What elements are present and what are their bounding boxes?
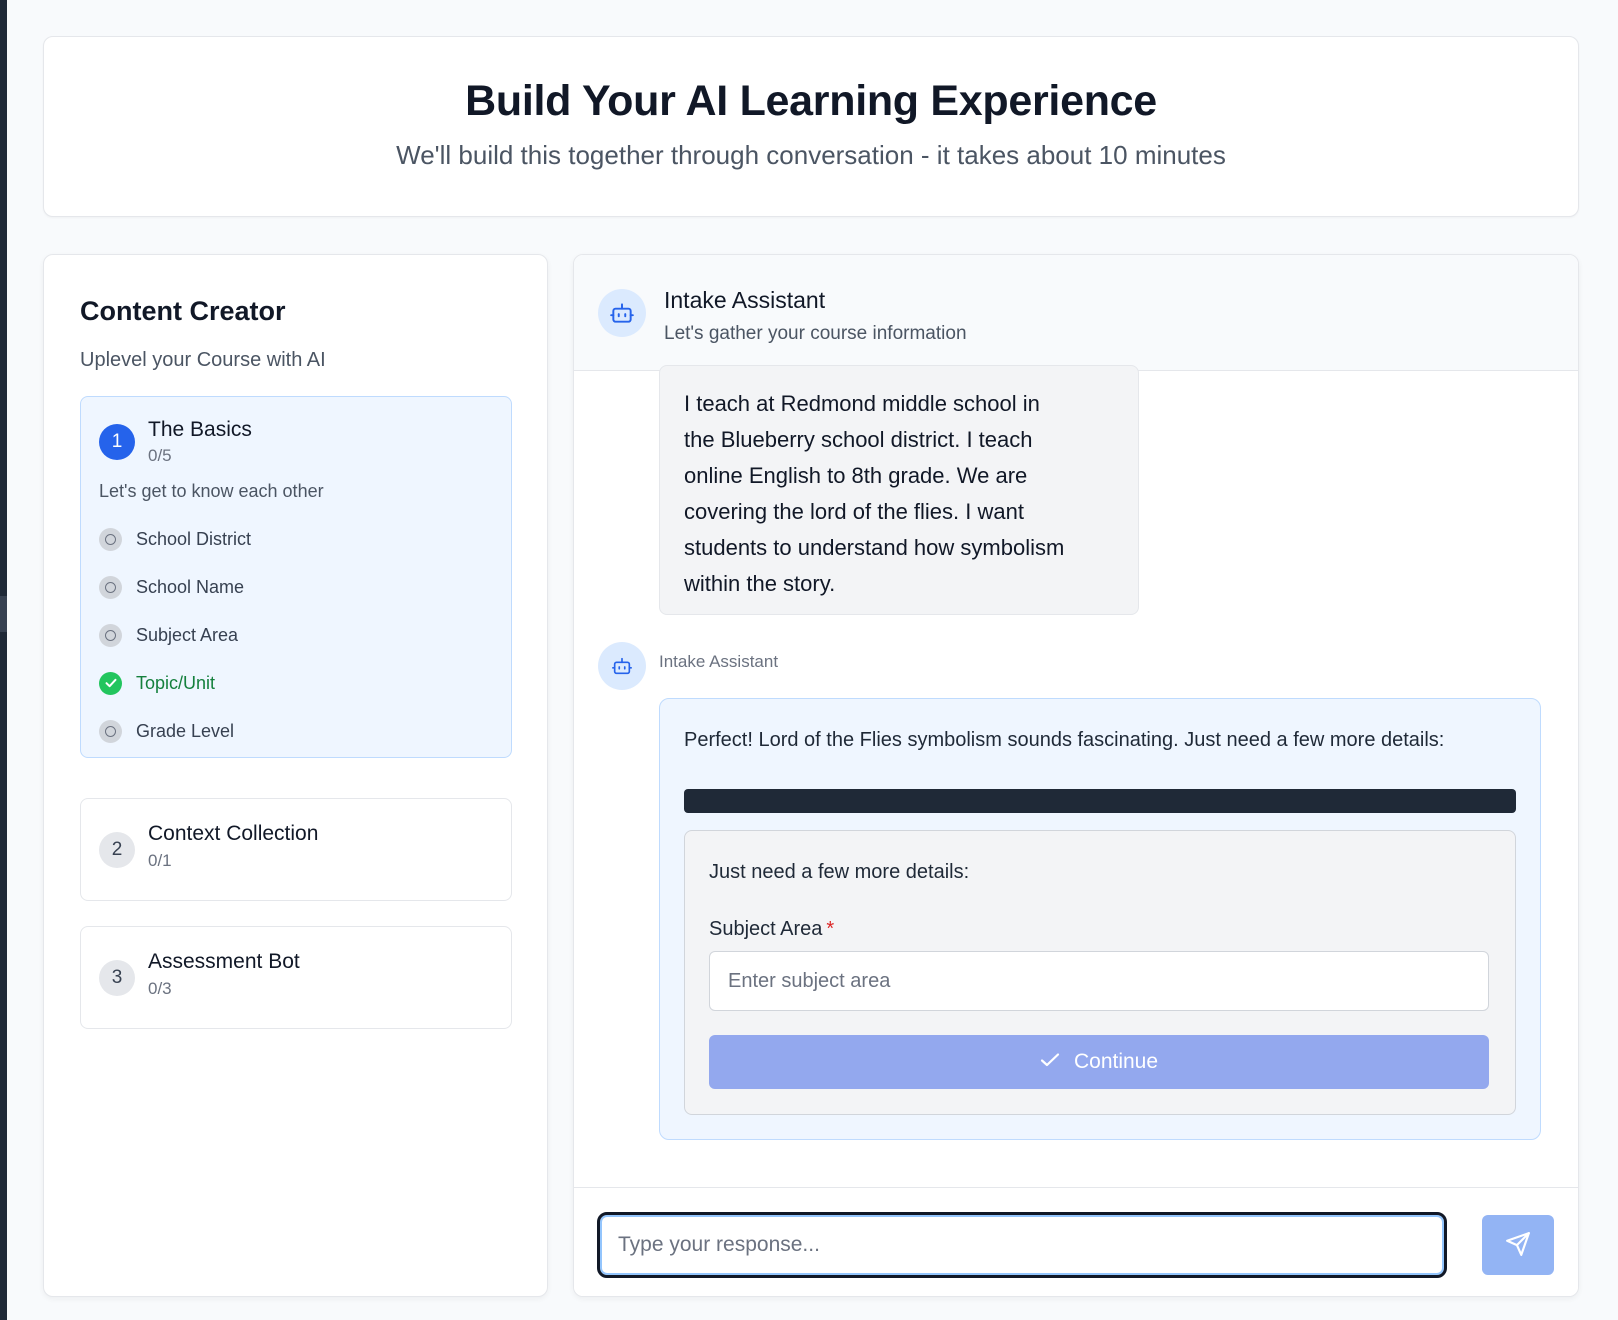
message-line: covering the lord of the flies. I want (684, 499, 1024, 524)
check-circle-icon (99, 671, 122, 695)
assistant-tagline: Let's gather your course information (664, 323, 967, 344)
circle-icon (99, 575, 122, 599)
check-icon (1040, 1050, 1060, 1074)
field-label: Subject Area * (709, 918, 834, 941)
chat-panel: Intake Assistant Let's gather your cours… (573, 254, 1579, 1297)
message-line: within the story. (684, 571, 836, 596)
step-count: 0/1 (148, 851, 172, 870)
circle-icon (99, 719, 122, 743)
robot-icon (598, 642, 646, 690)
chat-input-bar (574, 1187, 1578, 1296)
message-line: I teach at Redmond middle school in (684, 391, 1040, 416)
field-label-text: Subject Area (709, 918, 823, 940)
page-subtitle: We'll build this together through conver… (396, 140, 1226, 170)
continue-label: Continue (1073, 1050, 1159, 1073)
response-input[interactable] (597, 1212, 1447, 1278)
user-message: I teach at Redmond middle school in the … (659, 365, 1139, 615)
chat-header: Intake Assistant Let's gather your cours… (574, 255, 1578, 371)
divider-bar (684, 789, 1516, 813)
circle-icon (99, 623, 122, 647)
step-card-context-collection[interactable]: 2 Context Collection 0/1 (80, 798, 512, 901)
message-line: students to understand how symbolism (684, 535, 1065, 560)
message-line: online English to 8th grade. We are (684, 463, 1028, 488)
step-count: 0/3 (148, 979, 172, 998)
requirement-school-name: School Name (99, 575, 244, 599)
sidebar-title: Content Creator (80, 296, 286, 326)
sidebar-subtitle: Uplevel your Course with AI (80, 349, 326, 371)
requirement-topic-unit: Topic/Unit (99, 671, 215, 695)
step-number: 3 (99, 960, 135, 996)
details-form: Just need a few more details: Subject Ar… (684, 830, 1516, 1115)
requirement-grade-level: Grade Level (99, 719, 234, 743)
step-name: Assessment Bot (148, 950, 300, 973)
circle-icon (99, 527, 122, 551)
subject-area-input[interactable] (709, 951, 1489, 1011)
step-card-the-basics[interactable]: 1 The Basics 0/5 Let's get to know each … (80, 396, 512, 758)
window-edge (0, 0, 7, 1320)
step-description: Let's get to know each other (99, 481, 324, 501)
form-heading: Just need a few more details: (709, 861, 970, 883)
step-name: Context Collection (148, 822, 319, 845)
send-icon (1505, 1231, 1531, 1260)
step-name: The Basics (148, 418, 252, 441)
requirement-school-district: School District (99, 527, 251, 551)
send-button[interactable] (1482, 1215, 1554, 1275)
assistant-name: Intake Assistant (664, 287, 826, 313)
requirement-label: School Name (136, 576, 245, 597)
progress-sidebar: Content Creator Uplevel your Course with… (43, 254, 548, 1297)
requirement-subject-area: Subject Area (99, 623, 238, 647)
requirement-label: Grade Level (136, 720, 235, 741)
page-header: Build Your AI Learning Experience We'll … (43, 36, 1579, 217)
resize-handle[interactable] (0, 596, 7, 632)
step-number: 2 (99, 832, 135, 868)
page-title: Build Your AI Learning Experience (465, 77, 1157, 125)
requirement-label: School District (136, 528, 252, 549)
robot-icon (598, 289, 646, 337)
required-mark: * (826, 918, 835, 940)
assistant-message: Perfect! Lord of the Flies symbolism sou… (659, 698, 1541, 1140)
requirement-label: Subject Area (136, 624, 239, 645)
assistant-message-text: Perfect! Lord of the Flies symbolism sou… (684, 729, 1445, 751)
step-count: 0/5 (148, 446, 172, 465)
message-line: the Blueberry school district. I teach (684, 427, 1033, 452)
requirement-label: Topic/Unit (136, 672, 216, 693)
step-number: 1 (99, 424, 135, 460)
step-card-assessment-bot[interactable]: 3 Assessment Bot 0/3 (80, 926, 512, 1029)
sender-label: Intake Assistant (659, 652, 779, 671)
continue-button[interactable]: Continue (709, 1035, 1489, 1089)
